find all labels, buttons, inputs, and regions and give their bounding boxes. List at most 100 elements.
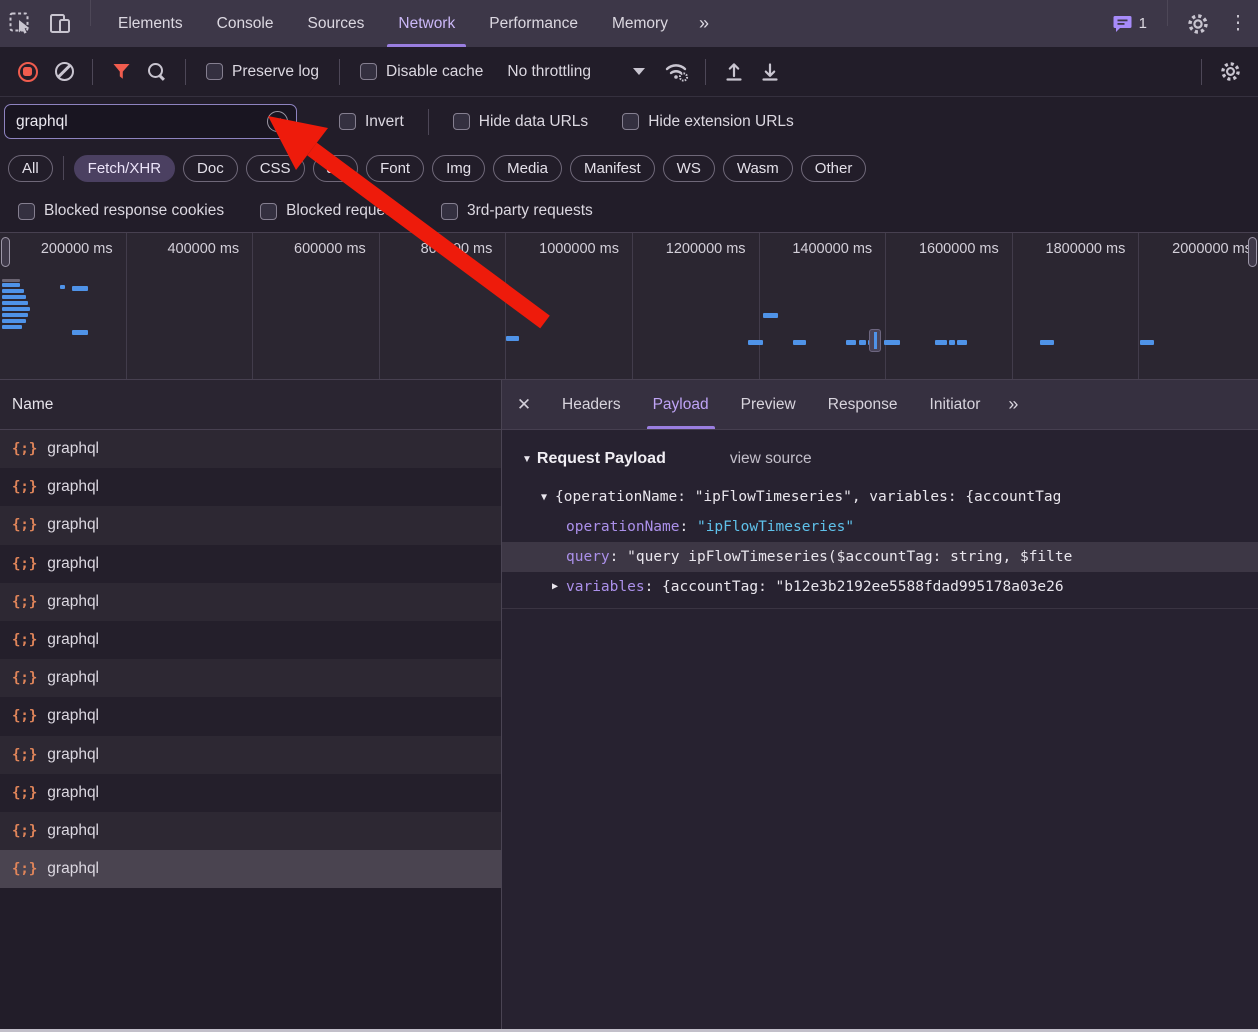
collapse-triangle-icon[interactable]: ▼ — [522, 454, 532, 465]
table-row[interactable]: {;}graphql — [0, 468, 501, 506]
kebab-menu-icon[interactable]: ⋮ — [1218, 0, 1258, 47]
table-row[interactable]: {;}graphql — [0, 659, 501, 697]
fetch-xhr-icon: {;} — [12, 861, 37, 877]
checkbox-box[interactable] — [18, 203, 35, 220]
chip-media[interactable]: Media — [493, 155, 562, 182]
table-row[interactable]: {;}graphql — [0, 812, 501, 850]
table-row[interactable]: {;}graphql — [0, 506, 501, 544]
settings-gear-icon[interactable] — [1178, 0, 1218, 47]
payload-tree: operationName: "ipFlowTimeseries"query: … — [502, 512, 1258, 602]
checkbox-box[interactable] — [441, 203, 458, 220]
divider — [63, 156, 64, 180]
view-source-link[interactable]: view source — [730, 450, 812, 468]
more-tabs-icon[interactable]: » — [685, 0, 721, 47]
filter-funnel-icon[interactable] — [103, 55, 139, 89]
close-detail-icon[interactable]: ✕ — [502, 380, 546, 429]
table-row[interactable]: {;}graphql — [0, 430, 501, 468]
payload-row-query[interactable]: query: "query ipFlowTimeseries($accountT… — [502, 542, 1258, 572]
hide-data-urls-checkbox[interactable]: Hide data URLs — [443, 113, 598, 131]
detail-tab-headers[interactable]: Headers — [546, 380, 637, 429]
overview-right-grip[interactable] — [1248, 237, 1257, 267]
table-row[interactable]: {;}graphql — [0, 850, 501, 888]
name-column-header[interactable]: Name — [0, 380, 501, 430]
checkbox-box[interactable] — [453, 113, 470, 130]
search-icon[interactable] — [139, 55, 175, 89]
network-settings-gear-icon[interactable] — [1212, 55, 1248, 89]
detail-tab-response[interactable]: Response — [812, 380, 914, 429]
table-row[interactable]: {;}graphql — [0, 774, 501, 812]
tab-memory[interactable]: Memory — [595, 0, 685, 47]
chip-fetch-xhr[interactable]: Fetch/XHR — [74, 155, 175, 182]
chip-img[interactable]: Img — [432, 155, 485, 182]
disable-cache-checkbox[interactable]: Disable cache — [350, 63, 493, 81]
tab-sources[interactable]: Sources — [291, 0, 382, 47]
chip-other[interactable]: Other — [801, 155, 867, 182]
tab-performance[interactable]: Performance — [472, 0, 595, 47]
tab-network[interactable]: Network — [381, 0, 472, 47]
device-toolbar-icon[interactable] — [40, 0, 80, 47]
issues-counter[interactable]: 1 — [1103, 0, 1157, 47]
request-name: graphql — [47, 707, 99, 725]
detail-more-tabs-icon[interactable]: » — [996, 380, 1028, 429]
tab-elements[interactable]: Elements — [101, 0, 200, 47]
request-name: graphql — [47, 440, 99, 458]
expand-triangle-icon[interactable]: ▶ — [552, 572, 558, 602]
third-party-requests-checkbox[interactable]: 3rd-party requests — [431, 202, 603, 220]
detail-tab-payload[interactable]: Payload — [637, 380, 725, 429]
waterfall-bar — [2, 319, 26, 323]
timeline-tick: 2000000 ms — [1139, 233, 1258, 379]
table-row[interactable]: {;}graphql — [0, 583, 501, 621]
expand-triangle-icon[interactable]: ▼ — [541, 483, 547, 512]
checkbox-box[interactable] — [206, 63, 223, 80]
export-har-icon[interactable] — [752, 55, 788, 89]
hide-extension-urls-label: Hide extension URLs — [648, 113, 794, 131]
chip-font[interactable]: Font — [366, 155, 424, 182]
checkbox-box[interactable] — [622, 113, 639, 130]
checkbox-box[interactable] — [339, 113, 356, 130]
chip-ws[interactable]: WS — [663, 155, 715, 182]
table-row[interactable]: {;}graphql — [0, 545, 501, 583]
clear-button[interactable] — [46, 55, 82, 89]
hide-extension-urls-checkbox[interactable]: Hide extension URLs — [612, 113, 804, 131]
waterfall-bar — [793, 340, 806, 345]
table-row[interactable]: {;}graphql — [0, 621, 501, 659]
overview-left-grip[interactable] — [1, 237, 10, 267]
payload-summary-line[interactable]: ▼{operationName: "ipFlowTimeseries", var… — [502, 482, 1258, 512]
network-overview-timeline[interactable]: 200000 ms400000 ms600000 ms800000 ms1000… — [0, 233, 1258, 380]
waterfall-bar — [874, 332, 877, 349]
table-row[interactable]: {;}graphql — [0, 736, 501, 774]
request-name: graphql — [47, 593, 99, 611]
throttling-dropdown[interactable]: No throttling — [493, 63, 659, 81]
timeline-tick: 1200000 ms — [633, 233, 760, 379]
chip-css[interactable]: CSS — [246, 155, 305, 182]
clear-filter-icon[interactable]: ✕ — [267, 111, 288, 132]
record-button[interactable] — [10, 55, 46, 89]
third-party-requests-label: 3rd-party requests — [467, 202, 593, 220]
waterfall-bar — [884, 340, 900, 345]
request-payload-section[interactable]: ▼ Request Payload view source — [502, 444, 1258, 474]
chip-manifest[interactable]: Manifest — [570, 155, 655, 182]
detail-tab-preview[interactable]: Preview — [725, 380, 812, 429]
chip-wasm[interactable]: Wasm — [723, 155, 793, 182]
chip-doc[interactable]: Doc — [183, 155, 238, 182]
blocked-response-cookies-checkbox[interactable]: Blocked response cookies — [8, 202, 234, 220]
blocked-requests-checkbox[interactable]: Blocked requests — [250, 202, 415, 220]
import-har-icon[interactable] — [716, 55, 752, 89]
payload-row-variables[interactable]: ▶variables: {accountTag: "b12e3b2192ee55… — [502, 572, 1258, 602]
more-filters-bar: Blocked response cookies Blocked request… — [0, 190, 1258, 233]
chip-js[interactable]: JS — [313, 155, 359, 182]
payload-row-operationName[interactable]: operationName: "ipFlowTimeseries" — [502, 512, 1258, 542]
inspect-element-icon[interactable] — [0, 0, 40, 47]
network-conditions-icon[interactable] — [659, 55, 695, 89]
filter-input[interactable] — [16, 113, 267, 131]
detail-tab-initiator[interactable]: Initiator — [914, 380, 997, 429]
tab-console[interactable]: Console — [200, 0, 291, 47]
payload-view: ▼ Request Payload view source ▼{operatio… — [502, 430, 1258, 1032]
checkbox-box[interactable] — [260, 203, 277, 220]
invert-checkbox[interactable]: Invert — [329, 113, 414, 131]
preserve-log-checkbox[interactable]: Preserve log — [196, 63, 329, 81]
json-colon: : — [610, 549, 627, 565]
chip-all[interactable]: All — [8, 155, 53, 182]
checkbox-box[interactable] — [360, 63, 377, 80]
table-row[interactable]: {;}graphql — [0, 697, 501, 735]
